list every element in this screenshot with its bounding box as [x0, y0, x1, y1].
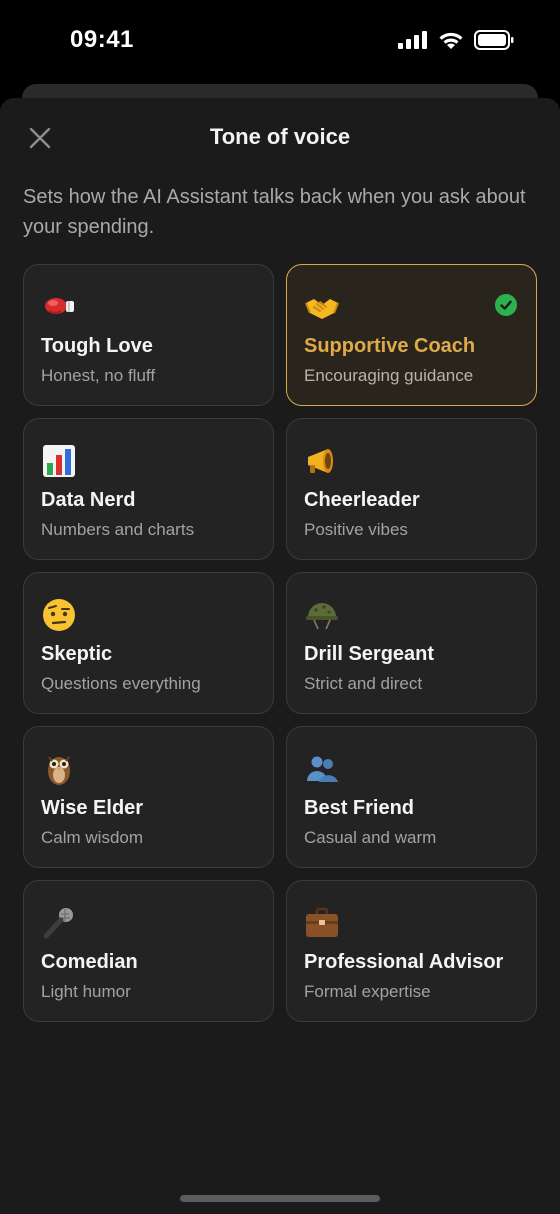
- tone-title: Supportive Coach: [304, 335, 476, 357]
- tone-card-supportive-coach[interactable]: Supportive Coach Encouraging guidance: [286, 264, 537, 406]
- tone-title: Skeptic: [41, 643, 113, 665]
- status-bar: 09:41: [0, 0, 560, 86]
- sheet-description: Sets how the AI Assistant talks back whe…: [23, 186, 526, 238]
- tone-card-wise-elder[interactable]: Wise Elder Calm wisdom: [23, 726, 274, 868]
- tone-subtitle: Formal expertise: [304, 982, 431, 1001]
- handshake-icon: [304, 289, 340, 325]
- tone-title: Best Friend: [304, 797, 415, 819]
- two-people-icon: [304, 751, 340, 787]
- tone-subtitle: Honest, no fluff: [41, 366, 156, 385]
- tone-subtitle: Calm wisdom: [41, 828, 144, 847]
- tone-title: Cheerleader: [304, 489, 420, 511]
- tone-card-tough-love[interactable]: Tough Love Honest, no fluff: [23, 264, 274, 406]
- tone-subtitle: Numbers and charts: [41, 520, 195, 539]
- tone-title: Drill Sergeant: [304, 643, 435, 665]
- status-icons: [398, 30, 514, 55]
- selected-check-icon: [495, 294, 517, 316]
- megaphone-icon: [304, 443, 340, 479]
- wifi-icon: [438, 31, 464, 55]
- home-indicator: [180, 1195, 380, 1202]
- tone-card-data-nerd[interactable]: Data Nerd Numbers and charts: [23, 418, 274, 560]
- page-title: Tone of voice: [209, 124, 351, 149]
- tone-subtitle: Light humor: [41, 982, 131, 1001]
- status-time: 09:41: [70, 26, 134, 53]
- tone-title: Comedian: [41, 951, 138, 973]
- boxing-glove-icon: [41, 289, 77, 325]
- tone-card-professional-advisor[interactable]: Professional Advisor Formal expertise: [286, 880, 537, 1022]
- tone-title: Tough Love: [41, 335, 153, 357]
- tone-subtitle: Casual and warm: [304, 828, 437, 847]
- military-helmet-icon: [304, 597, 340, 633]
- tone-subtitle: Strict and direct: [304, 674, 423, 693]
- tone-card-comedian[interactable]: Comedian Light humor: [23, 880, 274, 1022]
- microphone-icon: [41, 905, 77, 941]
- tone-card-drill-sergeant[interactable]: Drill Sergeant Strict and direct: [286, 572, 537, 714]
- tone-card-best-friend[interactable]: Best Friend Casual and warm: [286, 726, 537, 868]
- raised-eyebrow-face-icon: [41, 597, 77, 633]
- owl-icon: [41, 751, 77, 787]
- tone-subtitle: Positive vibes: [304, 520, 408, 539]
- briefcase-icon: [304, 905, 340, 941]
- tone-title: Wise Elder: [41, 797, 144, 819]
- tone-subtitle: Encouraging guidance: [304, 366, 474, 385]
- cellular-signal-icon: [398, 31, 428, 54]
- tone-card-skeptic[interactable]: Skeptic Questions everything: [23, 572, 274, 714]
- tone-card-cheerleader[interactable]: Cheerleader Positive vibes: [286, 418, 537, 560]
- bar-chart-icon: [41, 443, 77, 479]
- tone-options-grid: Tough Love Honest, no fluff Supportive C…: [23, 264, 537, 1022]
- battery-icon: [474, 30, 514, 55]
- tone-title: Professional Advisor: [304, 951, 504, 973]
- tone-title: Data Nerd: [41, 489, 136, 511]
- tone-subtitle: Questions everything: [41, 674, 201, 693]
